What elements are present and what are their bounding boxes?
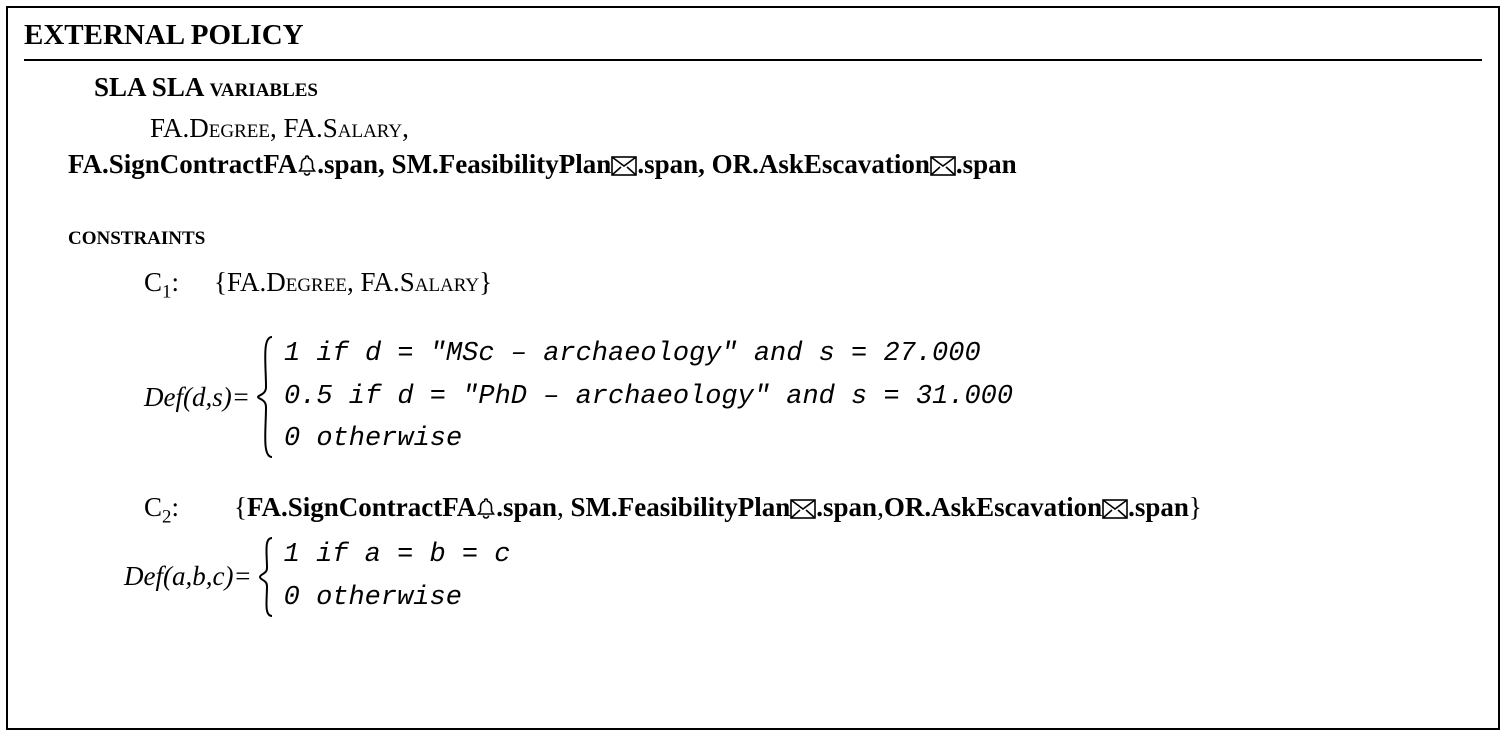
title: EXTERNAL POLICY	[24, 16, 1482, 61]
envelope-icon	[790, 492, 816, 528]
sla-variables-line1: FA.Degree, FA.Salary,	[150, 110, 1482, 146]
bell-icon	[297, 149, 317, 185]
policy-frame: EXTERNAL POLICY SLA SLA variables FA.Deg…	[6, 6, 1500, 730]
left-brace-icon	[258, 536, 276, 618]
constraint-c1-definition: Def(d,s)= 1 if d = "MSc – archaeology" a…	[144, 335, 1482, 459]
sla-variables-line2: FA.SignContractFA.span, SM.FeasibilityPl…	[68, 146, 1482, 185]
envelope-icon	[930, 149, 956, 185]
constraint-c2-header: C2: {FA.SignContractFA.span, SM.Feasibil…	[144, 489, 1482, 530]
left-brace-icon	[256, 335, 276, 459]
sla-heading: SLA SLA variables	[94, 69, 1482, 105]
constraint-c2-definition: Def(a,b,c)= 1 if a = b = c 0 otherwise	[124, 536, 1482, 618]
envelope-icon	[1102, 492, 1128, 528]
envelope-icon	[611, 149, 637, 185]
bell-icon	[476, 492, 496, 528]
constraint-c1-header: C1: {FA.Degree, FA.Salary}	[144, 264, 1482, 305]
constraints-heading: constraints	[68, 217, 1482, 253]
